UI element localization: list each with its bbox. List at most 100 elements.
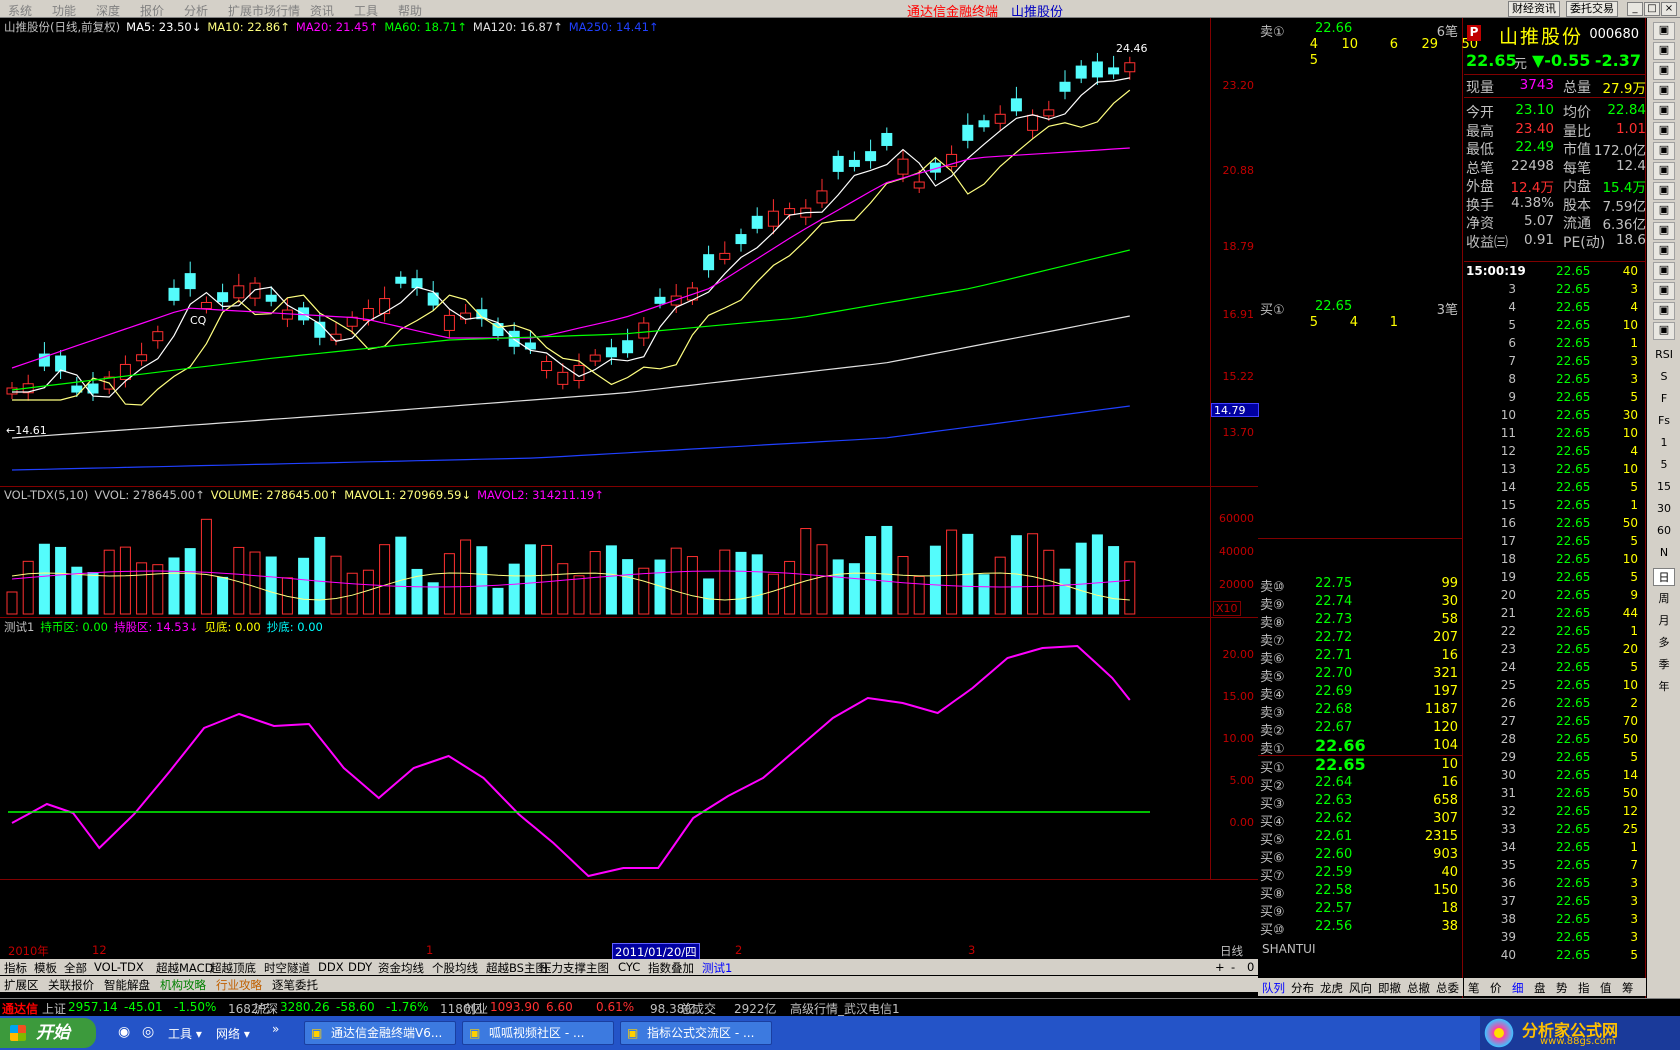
period-tool-5[interactable]: 5 [1653, 458, 1675, 476]
tab-ctrl-2[interactable]: 0 [1247, 960, 1254, 974]
period-tool-8[interactable]: 60 [1653, 524, 1675, 542]
index-name[interactable]: 创业 [464, 1000, 488, 1017]
toolbar-icon[interactable]: ▣ [1653, 62, 1675, 80]
period-tool-2[interactable]: F [1653, 392, 1675, 410]
volume-pane[interactable]: VOL-TDX(5,10) VVOL: 278645.00↑ VOLUME: 278… [0, 487, 1258, 618]
period-tool-15[interactable]: 年 [1653, 678, 1675, 696]
tab-8[interactable]: DDY [348, 960, 372, 974]
period-tool-0[interactable]: RSI [1653, 348, 1675, 366]
toolbar-icon[interactable]: ▣ [1653, 162, 1675, 180]
toolbar-icon[interactable]: ▣ [1653, 302, 1675, 320]
toolbar-icon[interactable]: ▣ [1653, 182, 1675, 200]
toolbar-icon[interactable]: ▣ [1653, 202, 1675, 220]
toolbar-icon[interactable]: ▣ [1653, 42, 1675, 60]
toolbar-icon[interactable]: ▣ [1653, 22, 1675, 40]
queue-tab-1[interactable]: 分布 [1291, 980, 1314, 996]
tab-15[interactable]: 测试1 [702, 960, 732, 976]
queue-tab-6[interactable]: 总委 [1436, 980, 1459, 996]
restore-icon[interactable]: □ [1644, 2, 1660, 16]
toolbar-icon[interactable]: ▣ [1653, 282, 1675, 300]
menu-1[interactable]: 功能 [52, 2, 76, 19]
detail-tab-5[interactable]: 指 [1578, 980, 1590, 996]
period-tool-10[interactable]: 日 [1653, 568, 1675, 586]
toolbar-icon[interactable]: ▣ [1653, 262, 1675, 280]
kline-pane[interactable]: 山推股份(日线,前复权) MA5: 23.50↓ MA10: 22.86↑ MA20:… [0, 18, 1259, 487]
start-button[interactable]: 开始 [0, 1018, 96, 1048]
period-tool-4[interactable]: 1 [1653, 436, 1675, 454]
minimize-icon[interactable]: _ [1627, 2, 1643, 16]
ext-tab-0[interactable]: 扩展区 [4, 977, 39, 993]
period-tool-6[interactable]: 15 [1653, 480, 1675, 498]
detail-tab-7[interactable]: 筹 [1622, 980, 1634, 996]
queue-tab-2[interactable]: 龙虎 [1320, 980, 1343, 996]
quicklaunch-icon[interactable]: ◎ [142, 1024, 154, 1040]
period-tool-11[interactable]: 周 [1653, 590, 1675, 608]
toolbar-icon[interactable]: ▣ [1653, 242, 1675, 260]
toolbar-icon[interactable]: ▣ [1653, 82, 1675, 100]
detail-tab-1[interactable]: 价 [1490, 980, 1502, 996]
trade-button[interactable]: 委托交易 [1566, 1, 1618, 17]
volume-chart[interactable] [0, 487, 1210, 618]
toolbar-menu-0[interactable]: 工具 ▾ [168, 1025, 202, 1042]
tab-3[interactable]: VOL-TDX [94, 960, 144, 974]
ie-icon[interactable]: ◉ [118, 1024, 130, 1040]
ext-tab-1[interactable]: 关联报价 [48, 977, 94, 993]
index-name[interactable]: 沪深 [254, 1000, 278, 1017]
taskbar-window-2[interactable]: ▣ 指标公式交流区 - ... [620, 1021, 772, 1045]
period-tool-13[interactable]: 多 [1653, 634, 1675, 652]
period-tool-3[interactable]: Fs [1653, 414, 1675, 432]
tab-2[interactable]: 全部 [64, 960, 87, 976]
tab-11[interactable]: 超越BS主图 [486, 960, 547, 976]
tab-7[interactable]: DDX [318, 960, 344, 974]
tab-ctrl-1[interactable]: - [1231, 960, 1235, 974]
menu-3[interactable]: 报价 [140, 2, 164, 19]
toolbar-icon[interactable]: ▣ [1653, 122, 1675, 140]
index-name[interactable]: 上证 [42, 1000, 66, 1017]
ext-tab-5[interactable]: 逐笔委托 [272, 977, 318, 993]
queue-tab-0[interactable]: 队列 [1262, 980, 1285, 996]
toolbar-icon[interactable]: ▣ [1653, 322, 1675, 340]
toolbar-icon[interactable]: ▣ [1653, 102, 1675, 120]
menu-6[interactable]: 资讯 [310, 2, 334, 19]
tab-4[interactable]: 超越MACD [156, 960, 213, 976]
queue-tab-4[interactable]: 即撤 [1378, 980, 1401, 996]
close-icon[interactable]: × [1661, 2, 1677, 16]
tab-ctrl-0[interactable]: + [1215, 960, 1225, 974]
detail-tab-0[interactable]: 笔 [1468, 980, 1480, 996]
news-button[interactable]: 财经资讯 [1508, 1, 1560, 17]
period-tool-14[interactable]: 季 [1653, 656, 1675, 674]
menu-5[interactable]: 扩展市场行情 [228, 2, 300, 19]
menu-7[interactable]: 工具 [354, 2, 378, 19]
menu-2[interactable]: 深度 [96, 2, 120, 19]
ext-tab-4[interactable]: 行业攻略 [216, 977, 262, 993]
tab-9[interactable]: 资金均线 [378, 960, 424, 976]
menu-4[interactable]: 分析 [184, 2, 208, 19]
period-tool-1[interactable]: S [1653, 370, 1675, 388]
more-arrow[interactable]: » [272, 1022, 279, 1036]
tab-12[interactable]: 压力支撑主图 [540, 960, 609, 976]
tab-0[interactable]: 指标 [4, 960, 27, 976]
ext-tab-3[interactable]: 机构攻略 [160, 977, 206, 993]
toolbar-icon[interactable]: ▣ [1653, 142, 1675, 160]
tab-13[interactable]: CYC [618, 960, 640, 974]
tab-6[interactable]: 时空隧道 [264, 960, 310, 976]
toolbar-icon[interactable]: ▣ [1653, 222, 1675, 240]
detail-tab-2[interactable]: 细 [1512, 980, 1524, 996]
queue-tab-5[interactable]: 总撤 [1407, 980, 1430, 996]
queue-tab-3[interactable]: 风向 [1349, 980, 1372, 996]
menu-0[interactable]: 系统 [8, 2, 32, 19]
tab-10[interactable]: 个股均线 [432, 960, 478, 976]
period-tool-12[interactable]: 月 [1653, 612, 1675, 630]
tab-14[interactable]: 指数叠加 [648, 960, 694, 976]
tab-5[interactable]: 超越顶底 [210, 960, 256, 976]
toolbar-menu-1[interactable]: 网络 ▾ [216, 1025, 250, 1042]
ext-tab-2[interactable]: 智能解盘 [104, 977, 150, 993]
indicator-chart[interactable] [0, 618, 1210, 880]
period-tool-9[interactable]: N [1653, 546, 1675, 564]
taskbar-window-1[interactable]: ▣ 呱呱视频社区 - ... [462, 1021, 614, 1045]
kline-chart[interactable] [0, 18, 1210, 487]
detail-tab-4[interactable]: 势 [1556, 980, 1568, 996]
detail-tab-6[interactable]: 值 [1600, 980, 1612, 996]
taskbar-window-0[interactable]: ▣ 通达信金融终端V6... [304, 1021, 456, 1045]
menu-8[interactable]: 帮助 [398, 2, 422, 19]
